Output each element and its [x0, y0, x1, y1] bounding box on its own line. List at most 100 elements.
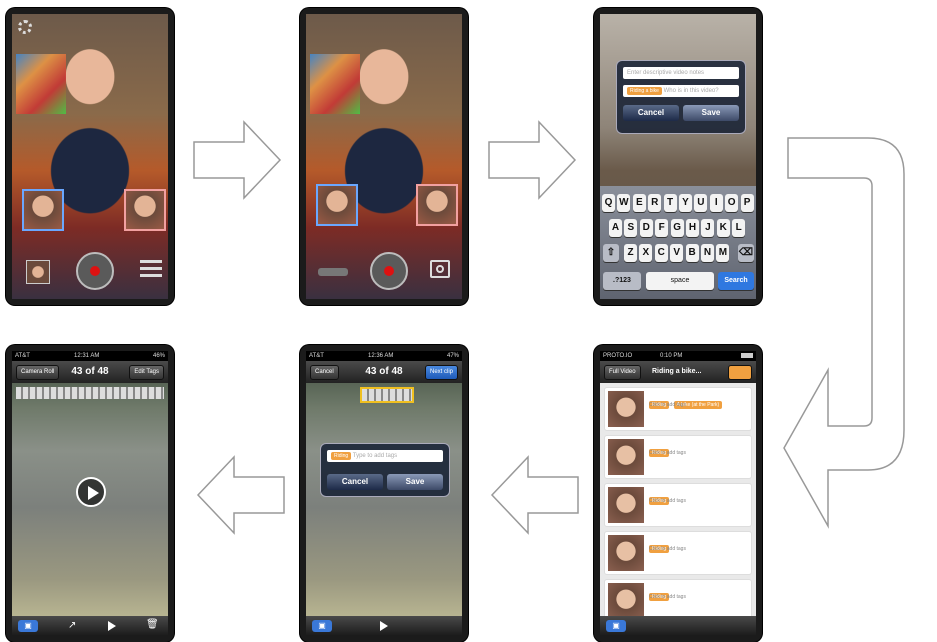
- play-button-icon[interactable]: [76, 477, 106, 507]
- arrow-left-2: [196, 455, 285, 535]
- share-icon[interactable]: ↗: [68, 620, 76, 631]
- key-x[interactable]: X: [639, 244, 653, 262]
- keyboard: QWERTYUIOP ASDFGHJKL ZXCVBNM ⇧ ⌫ .?123 s…: [600, 186, 756, 299]
- phone-2: [300, 8, 468, 305]
- key-o[interactable]: O: [725, 194, 739, 212]
- face-thumb-right[interactable]: [124, 189, 166, 231]
- tag-input[interactable]: Riding Type to add tags: [327, 450, 443, 462]
- key-c[interactable]: C: [654, 244, 668, 262]
- key-k[interactable]: K: [716, 219, 730, 237]
- cancel-button[interactable]: Cancel: [623, 105, 679, 121]
- key-u[interactable]: U: [694, 194, 708, 212]
- key-w[interactable]: W: [617, 194, 631, 212]
- key-d[interactable]: D: [639, 219, 653, 237]
- face-thumb-left[interactable]: [22, 189, 64, 231]
- numbers-key[interactable]: .?123: [603, 272, 641, 290]
- orange-action-button[interactable]: [728, 365, 752, 380]
- key-b[interactable]: B: [685, 244, 699, 262]
- list-item[interactable]: Riding Click to add tags: [604, 531, 752, 575]
- tag-placeholder: Type to add tags: [352, 453, 398, 459]
- add-tags-hint: Click to add tags: [649, 402, 686, 408]
- tag-chip[interactable]: Riding a bike: [627, 87, 662, 95]
- backspace-key[interactable]: ⌫: [738, 244, 754, 262]
- save-button[interactable]: Save: [683, 105, 739, 121]
- key-v[interactable]: V: [670, 244, 684, 262]
- arrow-right-1: [193, 120, 282, 200]
- who-input[interactable]: Riding a bike Who is in this video?: [623, 85, 739, 97]
- notes-input[interactable]: Enter descriptive video notes: [623, 67, 739, 79]
- key-f[interactable]: F: [655, 219, 669, 237]
- shift-key[interactable]: ⇧: [603, 244, 619, 262]
- time-label: 0:10 PM: [660, 353, 683, 359]
- carrier-label: AT&T: [309, 353, 324, 359]
- save-button[interactable]: Save: [387, 474, 443, 490]
- key-j[interactable]: J: [701, 219, 715, 237]
- clip-thumbnail: [608, 583, 644, 619]
- time-label: 12:36 AM: [368, 353, 394, 359]
- phone-1: [6, 8, 174, 305]
- arrow-left-1: [490, 455, 579, 535]
- key-h[interactable]: H: [686, 219, 699, 237]
- key-i[interactable]: I: [709, 194, 723, 212]
- cancel-button[interactable]: Cancel: [327, 474, 383, 490]
- nav-bar: Full Video Riding a bike...: [600, 361, 756, 383]
- gear-icon[interactable]: [18, 20, 32, 34]
- key-n[interactable]: N: [701, 244, 714, 262]
- full-video-button[interactable]: Full Video: [604, 365, 641, 380]
- space-key[interactable]: space: [646, 272, 714, 290]
- arrow-uturn: [783, 137, 905, 529]
- add-tags-hint: Click to add tags: [649, 546, 686, 552]
- nav-bar: Camera Roll 43 of 48 Edit Tags: [12, 361, 168, 383]
- key-s[interactable]: S: [624, 219, 638, 237]
- menu-icon[interactable]: [140, 260, 162, 281]
- list-item[interactable]: Riding Click to add tags: [604, 483, 752, 527]
- edit-tags-button[interactable]: Edit Tags: [129, 365, 164, 380]
- stop-icon[interactable]: [430, 260, 450, 278]
- list-item[interactable]: Riding A bike (at the Park) Click to add…: [604, 387, 752, 431]
- key-t[interactable]: T: [663, 194, 677, 212]
- filmstrip[interactable]: [16, 387, 164, 399]
- add-tags-hint: Click to add tags: [649, 498, 686, 504]
- shutter-slider[interactable]: [318, 268, 348, 276]
- key-p[interactable]: P: [740, 194, 754, 212]
- battery-label: 46%: [152, 353, 165, 359]
- play-icon[interactable]: [108, 621, 116, 631]
- tag-chip[interactable]: Riding: [331, 452, 352, 460]
- key-l[interactable]: L: [732, 219, 746, 237]
- add-tags-hint: Click to add tags: [649, 450, 686, 456]
- filmstrip[interactable]: [360, 387, 414, 403]
- key-g[interactable]: G: [670, 219, 684, 237]
- face-thumb-left[interactable]: [316, 184, 358, 226]
- video-background: Enter descriptive video notes Riding a b…: [600, 14, 756, 299]
- clip-thumbnail: [608, 391, 644, 427]
- key-e[interactable]: E: [632, 194, 646, 212]
- camera-icon[interactable]: ▣: [18, 620, 38, 632]
- colorful-toy: [310, 54, 360, 114]
- colorful-toy: [16, 54, 66, 114]
- key-y[interactable]: Y: [679, 194, 692, 212]
- key-q[interactable]: Q: [602, 194, 615, 212]
- key-a[interactable]: A: [609, 219, 622, 237]
- who-placeholder: Who is in this video?: [663, 88, 719, 94]
- record-button[interactable]: [76, 252, 114, 290]
- record-button[interactable]: [370, 252, 408, 290]
- camera-icon[interactable]: ▣: [606, 620, 626, 632]
- list-item[interactable]: Riding Click to add tags: [604, 435, 752, 479]
- tag-dialog: Riding Type to add tags Cancel Save: [320, 443, 450, 497]
- nav-bar: Cancel 43 of 48 Next clip: [306, 361, 462, 383]
- key-r[interactable]: R: [648, 194, 662, 212]
- key-z[interactable]: Z: [624, 244, 637, 262]
- camera-icon[interactable]: ▣: [312, 620, 332, 632]
- gallery-thumb[interactable]: [26, 260, 50, 284]
- carrier-label: AT&T: [15, 353, 30, 359]
- play-icon[interactable]: [380, 621, 388, 631]
- face-thumb-right[interactable]: [416, 184, 458, 226]
- next-clip-button[interactable]: Next clip: [424, 365, 458, 380]
- clip-list-screen: PROTO.IO 0:10 PM Full Video Riding a bik…: [600, 351, 756, 636]
- trash-icon[interactable]: 🗑: [146, 619, 159, 630]
- search-key[interactable]: Search: [718, 272, 754, 290]
- clip-thumbnail: [608, 487, 644, 523]
- bottom-toolbar: ▣: [600, 616, 756, 636]
- battery-icon: [741, 353, 753, 358]
- key-m[interactable]: M: [716, 244, 730, 262]
